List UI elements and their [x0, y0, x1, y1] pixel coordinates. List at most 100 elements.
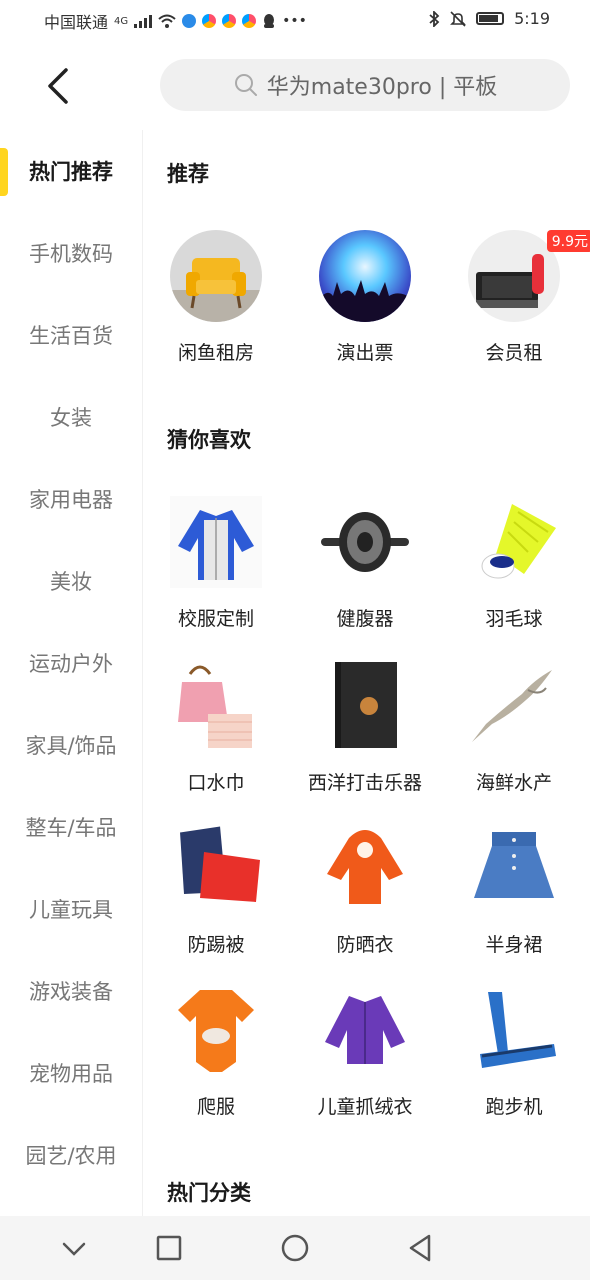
guess-item[interactable]: 儿童抓绒衣: [290, 984, 440, 1124]
item-label: 校服定制: [177, 608, 254, 630]
shuttlecock-icon: [468, 496, 560, 588]
guess-item[interactable]: 西洋打击乐器: [290, 660, 440, 800]
section-title-hot-category: 热门分类: [167, 1181, 251, 1205]
cajon-drum-icon: [319, 660, 411, 752]
sidebar-item-label: 热门推荐: [29, 160, 113, 184]
recommend-item[interactable]: 9.9元 会员租: [439, 230, 590, 370]
item-label: 会员租: [485, 342, 543, 364]
denim-skirt-icon: [468, 822, 560, 914]
status-bar: 中国联通 4G ••• 5:19: [0, 0, 590, 40]
dried-fish-icon: [468, 660, 560, 752]
mute-icon: [450, 10, 466, 27]
sidebar-item-toys[interactable]: 儿童玩具: [0, 868, 142, 950]
battery-icon: [476, 12, 505, 25]
guess-item[interactable]: 防踢被: [141, 822, 291, 962]
sidebar-item-hot[interactable]: 热门推荐: [0, 130, 142, 212]
sidebar-item-label: 家用电器: [29, 488, 113, 512]
search-input[interactable]: 华为mate30pro | 平板: [160, 59, 570, 111]
clock: 5:19: [514, 9, 550, 28]
sidebar-item-furniture[interactable]: 家具/饰品: [0, 704, 142, 786]
sidebar-item-digital[interactable]: 手机数码: [0, 212, 142, 294]
item-label: 跑步机: [485, 1096, 543, 1118]
item-label: 闲鱼租房: [177, 342, 254, 364]
purple-fleece-icon: [319, 984, 411, 1076]
item-label: 防晒衣: [336, 934, 394, 956]
school-jacket-icon: [170, 496, 262, 588]
sidebar-item-pets[interactable]: 宠物用品: [0, 1032, 142, 1114]
app-notification-icon: [182, 14, 197, 28]
status-left: 中国联通 4G •••: [44, 9, 307, 33]
more-notifications-icon: •••: [282, 13, 307, 29]
status-right: 5:19: [428, 9, 550, 28]
wifi-icon: [158, 14, 176, 28]
sidebar-item-sports[interactable]: 运动户外: [0, 622, 142, 704]
system-nav-bar: [0, 1216, 590, 1280]
signal-icon: [134, 14, 153, 28]
guess-item[interactable]: 羽毛球: [439, 496, 589, 636]
sidebar-item-garden[interactable]: 园艺/农用: [0, 1114, 142, 1196]
guess-item[interactable]: 口水巾: [141, 660, 291, 800]
back-nav-icon[interactable]: [402, 1230, 438, 1266]
back-arrow-icon: [48, 68, 68, 104]
item-label: 防踢被: [187, 934, 245, 956]
sidebar-item-beauty[interactable]: 美妆: [0, 540, 142, 622]
item-label: 爬服: [196, 1096, 235, 1118]
sleeping-bag-icon: [170, 822, 262, 914]
sidebar-item-daily[interactable]: 生活百货: [0, 294, 142, 376]
concert-icon: [319, 230, 411, 322]
sidebar-item-appliance[interactable]: 家用电器: [0, 458, 142, 540]
sidebar-item-label: 家具/饰品: [25, 734, 117, 758]
orange-jacket-icon: [319, 822, 411, 914]
sidebar-item-vehicle[interactable]: 整车/车品: [0, 786, 142, 868]
sidebar-item-games[interactable]: 游戏装备: [0, 950, 142, 1032]
network-type: 4G: [114, 15, 129, 27]
recents-icon[interactable]: [151, 1230, 187, 1266]
guess-item[interactable]: 校服定制: [141, 496, 291, 636]
item-label: 海鲜水产: [475, 772, 552, 794]
item-label: 口水巾: [187, 772, 245, 794]
carrier-label: 中国联通: [44, 13, 109, 32]
guess-item[interactable]: 防晒衣: [290, 822, 440, 962]
guess-item[interactable]: 健腹器: [290, 496, 440, 636]
item-label: 儿童抓绒衣: [317, 1096, 413, 1118]
sidebar-item-label: 整车/车品: [25, 816, 117, 840]
sidebar-item-label: 园艺/农用: [25, 1144, 117, 1168]
app-notification-icon: [202, 14, 217, 28]
category-sidebar: 热门推荐 手机数码 生活百货 女装 家用电器 美妆 运动户外 家具/饰品 整车/…: [0, 130, 143, 1216]
hide-nav-icon[interactable]: [56, 1230, 92, 1266]
item-label: 半身裙: [485, 934, 543, 956]
search-placeholder: 华为mate30pro | 平板: [266, 75, 498, 100]
recommend-item[interactable]: 闲鱼租房: [141, 230, 291, 370]
sidebar-item-label: 运动户外: [29, 652, 113, 676]
search-icon: [234, 74, 257, 96]
bib-icon: [170, 660, 262, 752]
app-notification-icon: [242, 14, 257, 28]
item-label: 演出票: [336, 342, 394, 364]
recommend-item[interactable]: 演出票: [290, 230, 440, 370]
sidebar-item-label: 女装: [50, 406, 92, 430]
back-button[interactable]: [36, 62, 84, 110]
baby-romper-icon: [170, 984, 262, 1076]
price-badge: 9.9元: [546, 230, 590, 252]
sidebar-item-label: 生活百货: [29, 324, 113, 348]
guess-item[interactable]: 爬服: [141, 984, 291, 1124]
treadmill-icon: [468, 984, 560, 1076]
item-label: 西洋打击乐器: [307, 772, 422, 794]
home-icon[interactable]: [277, 1230, 313, 1266]
sidebar-item-label: 手机数码: [29, 242, 113, 266]
item-label: 健腹器: [336, 608, 394, 630]
bluetooth-icon: [429, 10, 440, 27]
armchair-icon: [170, 230, 262, 322]
sidebar-item-women[interactable]: 女装: [0, 376, 142, 458]
ab-wheel-icon: [319, 496, 411, 588]
guess-item[interactable]: 跑步机: [439, 984, 589, 1124]
sidebar-item-label: 儿童玩具: [29, 898, 113, 922]
app-notification-icon: [222, 14, 237, 28]
section-title-recommend: 推荐: [167, 162, 209, 186]
section-title-guess: 猜你喜欢: [167, 428, 251, 452]
item-label: 羽毛球: [485, 608, 543, 630]
sidebar-item-label: 游戏装备: [29, 980, 113, 1004]
guess-item[interactable]: 海鲜水产: [439, 660, 589, 800]
sidebar-item-label: 宠物用品: [29, 1062, 113, 1086]
guess-item[interactable]: 半身裙: [439, 822, 589, 962]
